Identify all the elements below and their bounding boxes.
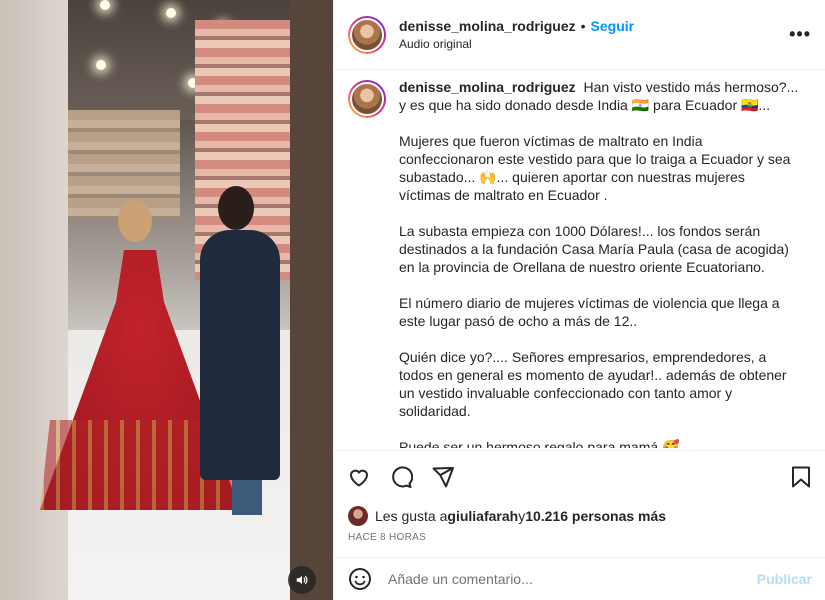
likes-count[interactable]: 10.216 personas más (525, 508, 666, 524)
caption-area: denisse_molina_rodriguez Han visto vesti… (334, 70, 825, 448)
ceiling-light (96, 60, 106, 70)
emoji-icon (349, 568, 371, 590)
like-button[interactable] (346, 464, 372, 490)
caption-text: denisse_molina_rodriguez Han visto vesti… (399, 78, 799, 448)
likes-prefix: Les gusta a (375, 508, 448, 524)
likes-middle: y (518, 508, 526, 524)
share-button[interactable] (430, 464, 456, 490)
post-header: denisse_molina_rodriguez • Seguir Audio … (334, 0, 825, 70)
share-icon (432, 466, 454, 487)
video-wall-left (0, 0, 68, 600)
separator-dot: • (580, 18, 586, 34)
comment-icon (392, 465, 413, 488)
helper-head (218, 186, 254, 230)
caption-paragraph-6: Puede ser un hermoso regalo para mamá 🥰 (399, 439, 680, 448)
publish-button[interactable]: Publicar (757, 571, 812, 587)
caption-paragraph-5: Quién dice yo?.... Señores empresarios, … (399, 349, 787, 419)
caption-paragraph-4: El número diario de mujeres víctimas de … (399, 295, 780, 329)
caption-author-avatar[interactable] (348, 80, 386, 118)
video-wall-right (290, 0, 333, 600)
author-avatar[interactable] (348, 15, 386, 54)
helper-woman (200, 230, 280, 480)
comment-bar: Publicar (334, 557, 825, 600)
liker-avatar[interactable] (348, 506, 368, 526)
save-button[interactable] (788, 464, 814, 490)
ceiling-light (166, 8, 176, 18)
post-video[interactable] (0, 0, 333, 600)
likes-summary: Les gusta a giuliafarah y 10.216 persona… (348, 506, 666, 526)
more-options-icon[interactable]: ••• (789, 24, 811, 45)
post-timestamp[interactable]: HACE 8 HORAS (348, 532, 426, 543)
action-bar (334, 450, 825, 502)
post-details: denisse_molina_rodriguez • Seguir Audio … (333, 0, 825, 600)
woman-in-dress (118, 200, 152, 242)
header-text: denisse_molina_rodriguez • Seguir Audio … (399, 18, 634, 51)
volume-button[interactable] (288, 566, 316, 594)
caption-paragraph-3: La subasta empieza con 1000 Dólares!... … (399, 223, 789, 275)
instagram-post: denisse_molina_rodriguez • Seguir Audio … (0, 0, 825, 600)
caption-author-username[interactable]: denisse_molina_rodriguez (399, 79, 576, 95)
caption-paragraph-2: Mujeres que fueron víctimas de maltrato … (399, 133, 791, 203)
audio-link[interactable]: Audio original (399, 37, 634, 51)
fabric-shelf-back (60, 110, 180, 220)
ceiling-light (100, 0, 110, 10)
liker-username[interactable]: giuliafarah (447, 508, 518, 524)
follow-button[interactable]: Seguir (591, 18, 635, 34)
author-username[interactable]: denisse_molina_rodriguez (399, 18, 576, 34)
comment-button[interactable] (388, 464, 414, 490)
emoji-button[interactable] (348, 567, 372, 591)
heart-icon (350, 469, 368, 486)
bookmark-icon (792, 466, 810, 487)
volume-icon (296, 575, 308, 585)
comment-input[interactable] (388, 571, 748, 587)
